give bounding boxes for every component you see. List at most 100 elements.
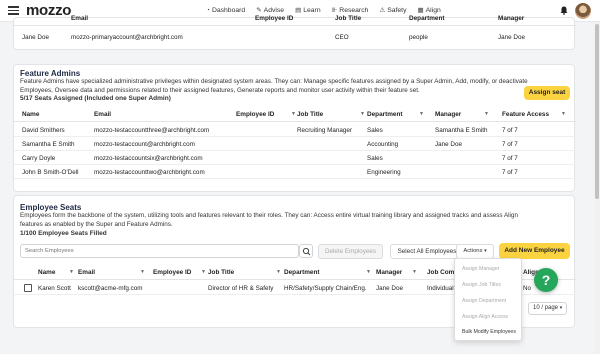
section-title: Feature Admins: [20, 69, 81, 78]
scroll-thumb[interactable]: [595, 24, 599, 199]
menu-item-bulk-modify[interactable]: Bulk Modify Employees: [462, 329, 516, 335]
table-row[interactable]: John B Smith-O'Dell mozzo-testaccounttwo…: [14, 165, 576, 179]
cell-feature-access[interactable]: 7 of 7: [502, 127, 518, 134]
cell-job-title: Recruiting Manager: [297, 126, 352, 134]
cell-name: Samantha E Smith: [22, 140, 75, 148]
nav-dashboard[interactable]: ◔ Dashboard: [206, 6, 245, 14]
section-title: Employee Seats: [20, 203, 82, 212]
cell-department: Sales: [367, 126, 383, 134]
cell-department: Engineering: [367, 168, 401, 176]
feature-admins-card: Feature Admins Feature Admins have speci…: [13, 64, 576, 192]
cell-manager: Jane Doe: [498, 33, 525, 41]
search-icon: [302, 247, 311, 256]
column-header[interactable]: Department: [367, 111, 403, 118]
table-row[interactable]: Jane Doe mozzo-primaryaccount@archbright…: [14, 30, 576, 44]
actions-label: Actions: [463, 248, 483, 254]
add-employee-button[interactable]: Add New Employee: [499, 243, 570, 259]
actions-button[interactable]: Actions ▾: [456, 244, 494, 259]
column-header[interactable]: Employee ID: [236, 111, 274, 118]
filter-icon[interactable]: ▼: [140, 269, 145, 275]
cell-department: HR/Safety/Supply Chain/Eng.: [284, 284, 367, 292]
table-row[interactable]: Samantha E Smith mozzo-testaccount@archb…: [14, 137, 576, 151]
nav-safety[interactable]: ⚠ Safety: [379, 6, 407, 15]
actions-menu: Assign Manager Assign Job Titles Assign …: [454, 258, 522, 341]
nav-label: Safety: [387, 6, 407, 14]
column-header: Manager: [498, 15, 525, 22]
column-header[interactable]: Name: [22, 111, 39, 118]
filter-icon[interactable]: ▼: [412, 269, 417, 275]
cell-email: mozzo-primaryaccount@archbright.com: [71, 33, 183, 41]
column-header[interactable]: Department: [284, 269, 320, 276]
column-header[interactable]: Email: [94, 111, 111, 118]
column-header: Job Title: [335, 15, 362, 22]
column-header[interactable]: Employee ID: [153, 269, 191, 276]
search-button[interactable]: [299, 244, 313, 258]
filter-icon[interactable]: ▼: [360, 111, 365, 117]
filter-icon[interactable]: ▼: [201, 269, 206, 275]
column-header[interactable]: Job Title: [208, 269, 234, 276]
section-description: Feature Admins have specialized administ…: [20, 78, 528, 94]
cell-name: Carry Doyle: [22, 154, 56, 162]
cell-feature-access[interactable]: 7 of 7: [502, 155, 518, 162]
column-header[interactable]: Job Title: [297, 111, 323, 118]
row-checkbox[interactable]: [24, 284, 32, 292]
seat-count: 5/17 Seats Assigned (Included one Super …: [20, 95, 171, 102]
cell-email: mozzo-testaccount@archbright.com: [94, 140, 195, 148]
search-input[interactable]: [25, 248, 285, 254]
filter-icon[interactable]: ▼: [69, 269, 74, 275]
avatar[interactable]: [575, 3, 591, 19]
nav-align[interactable]: ▦ Align: [417, 6, 440, 15]
column-header[interactable]: Manager: [376, 269, 402, 276]
filter-icon[interactable]: ▼: [291, 111, 296, 117]
cell-job-title: CEO: [335, 33, 349, 41]
page-size-select[interactable]: 10 / page ▾: [528, 302, 567, 315]
page-size-label: 10 / page: [533, 305, 559, 311]
column-header[interactable]: Manager: [435, 111, 461, 118]
cell-manager: Jane Doe: [376, 284, 403, 292]
nav-label: Learn: [303, 6, 321, 14]
seat-count: 1/100 Employee Seats Filled: [20, 230, 107, 237]
table-header: Email Employee ID Job Title Department M…: [14, 15, 576, 26]
question-icon: ?: [541, 272, 551, 288]
menu-item-assign-align-access[interactable]: Assign Align Access: [462, 314, 508, 320]
column-header[interactable]: Name: [38, 269, 55, 276]
filter-icon[interactable]: ▼: [419, 111, 424, 117]
filter-icon[interactable]: ▼: [276, 269, 281, 275]
nav-advise[interactable]: ✎ Advise: [256, 6, 284, 15]
cell-name: Karen Scott: [38, 284, 71, 292]
assign-seat-button[interactable]: Assign seat: [524, 86, 570, 100]
menu-item-assign-manager[interactable]: Assign Manager: [462, 266, 500, 272]
nav-label: Dashboard: [211, 6, 246, 14]
nav-label: Research: [339, 6, 369, 14]
table-row[interactable]: Carry Doyle mozzo-testaccountsix@archbri…: [14, 151, 576, 165]
column-header[interactable]: Email: [78, 269, 95, 276]
nav-research[interactable]: ⊪ Research: [331, 6, 369, 15]
table-row[interactable]: David Smithers mozzo-testaccountthree@ar…: [14, 123, 576, 137]
bell-icon[interactable]: [560, 6, 568, 15]
filter-icon[interactable]: ▼: [561, 111, 566, 117]
wrench-icon: ✎: [256, 7, 262, 14]
scrollbar[interactable]: [594, 22, 600, 354]
cell-email: mozzo-testaccountthree@archbright.com: [94, 126, 210, 134]
menu-icon[interactable]: [8, 6, 19, 15]
chart-icon: ⊪: [331, 7, 338, 14]
cell-feature-access[interactable]: 7 of 7: [502, 169, 518, 176]
cell-email: kscott@acme-mfg.com: [78, 284, 143, 292]
filter-icon[interactable]: ▼: [366, 269, 371, 275]
cell-name: Jane Doe: [22, 33, 49, 41]
column-header[interactable]: Feature Access: [502, 111, 549, 118]
menu-item-assign-department[interactable]: Assign Department: [462, 298, 506, 304]
cell-feature-access[interactable]: 7 of 7: [502, 141, 518, 148]
table-header: Name Email Employee ID ▼ Job Title ▼ Dep…: [14, 108, 576, 122]
nav-learn[interactable]: ▤ Learn: [295, 6, 321, 15]
nav-links: ◔ Dashboard ✎ Advise ▤ Learn ⊪ Research ⚠ Saf…: [206, 6, 441, 15]
filter-icon[interactable]: ▼: [484, 111, 489, 117]
menu-item-assign-job-titles[interactable]: Assign Job Titles: [462, 282, 501, 288]
chevron-down-icon: ▾: [559, 305, 563, 311]
chevron-down-icon: ▾: [484, 248, 487, 254]
delete-employees-button[interactable]: Delete Employees: [318, 244, 383, 259]
select-all-button[interactable]: Select All Employees: [390, 244, 464, 259]
help-button[interactable]: ?: [534, 268, 558, 292]
cell-email: mozzo-testaccountsix@archbright.com: [94, 154, 203, 162]
search-field[interactable]: [20, 244, 299, 258]
